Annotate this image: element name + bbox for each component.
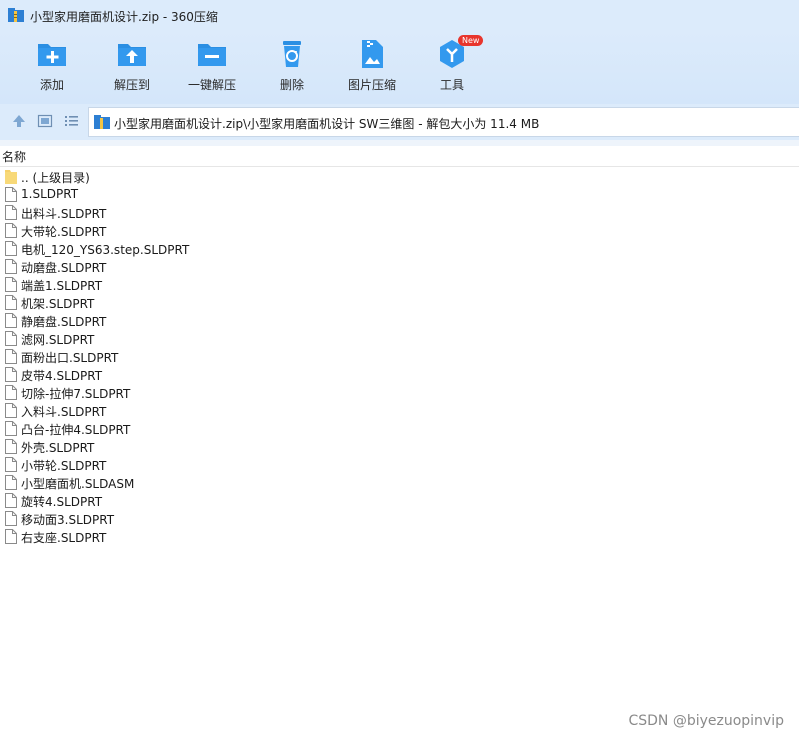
file-icon	[5, 259, 17, 274]
add-button[interactable]: 添加	[12, 38, 92, 98]
delete-icon	[283, 41, 301, 67]
file-list: .. (上级目录) 1.SLDPRT 出料斗.SLDPRT 大带轮.SLDPRT 电机…	[0, 168, 799, 546]
navigation-bar: 小型家用磨面机设计.zip\小型家用磨面机设计 SW三维图 - 解包大小为 11…	[0, 104, 799, 140]
file-icon	[5, 457, 17, 472]
file-name: 凸台-拉伸4.SLDPRT	[21, 423, 131, 437]
column-header-label: 名称	[2, 150, 27, 164]
file-name: 右支座.SLDPRT	[21, 531, 107, 545]
file-icon	[5, 277, 17, 292]
delete-button[interactable]: 删除	[252, 38, 332, 98]
tools-label: 工具	[439, 78, 464, 92]
toolbar: 添加 解压到 一键解压 删除 图片压缩 New 工具	[0, 30, 799, 104]
file-icon	[5, 493, 17, 508]
file-name: 小带轮.SLDPRT	[21, 459, 107, 473]
file-row[interactable]: 电机_120_YS63.step.SLDPRT	[0, 240, 799, 258]
file-name: 移动面3.SLDPRT	[21, 513, 115, 527]
file-icon	[5, 205, 17, 220]
file-row[interactable]: 右支座.SLDPRT	[0, 528, 799, 546]
file-row[interactable]: 面粉出口.SLDPRT	[0, 348, 799, 366]
file-name: 端盖1.SLDPRT	[21, 279, 103, 293]
watermark: CSDN @biyezuopinvip	[628, 713, 784, 729]
file-row[interactable]: 旋转4.SLDPRT	[0, 492, 799, 510]
file-row[interactable]: 小型磨面机.SLDASM	[0, 474, 799, 492]
file-name: 入料斗.SLDPRT	[21, 405, 107, 419]
file-row[interactable]: 1.SLDPRT	[0, 186, 799, 204]
one-click-extract-label: 一键解压	[187, 78, 236, 92]
tools-button[interactable]: New 工具	[412, 35, 492, 98]
file-icon	[5, 403, 17, 418]
parent-directory-label: .. (上级目录)	[21, 171, 90, 185]
file-row[interactable]: 凸台-拉伸4.SLDPRT	[0, 420, 799, 438]
file-icon	[5, 529, 17, 544]
file-name: 皮带4.SLDPRT	[21, 369, 103, 383]
extract-to-button[interactable]: 解压到	[92, 38, 172, 98]
up-arrow-icon[interactable]	[11, 113, 27, 129]
file-row[interactable]: 皮带4.SLDPRT	[0, 366, 799, 384]
file-row[interactable]: 滤网.SLDPRT	[0, 330, 799, 348]
file-icon	[5, 313, 17, 328]
extract-to-label: 解压到	[113, 78, 150, 92]
archive-app-icon	[8, 8, 24, 22]
file-row[interactable]: 机架.SLDPRT	[0, 294, 799, 312]
column-header-name[interactable]: 名称	[0, 146, 799, 167]
file-name: 电机_120_YS63.step.SLDPRT	[21, 243, 190, 257]
file-icon	[5, 421, 17, 436]
file-name: 外壳.SLDPRT	[21, 441, 95, 455]
file-icon	[5, 223, 17, 238]
file-icon	[5, 367, 17, 382]
extract-to-icon	[118, 44, 146, 66]
file-icon	[5, 475, 17, 490]
file-icon	[5, 385, 17, 400]
file-icon	[5, 511, 17, 526]
thumbnail-view-icon[interactable]	[37, 113, 53, 129]
title-bar: 小型家用磨面机设计.zip - 360压缩	[0, 0, 799, 30]
image-compress-label: 图片压缩	[347, 78, 396, 92]
image-compress-icon	[362, 40, 383, 68]
file-icon	[5, 439, 17, 454]
address-path: 小型家用磨面机设计.zip\小型家用磨面机设计 SW三维图 - 解包大小为 11…	[114, 117, 540, 131]
file-row[interactable]: 切除-拉伸7.SLDPRT	[0, 384, 799, 402]
file-row[interactable]: 移动面3.SLDPRT	[0, 510, 799, 528]
file-name: 出料斗.SLDPRT	[21, 207, 107, 221]
folder-icon	[5, 170, 17, 184]
file-icon	[5, 349, 17, 364]
file-icon	[5, 187, 17, 202]
add-label: 添加	[39, 78, 64, 92]
file-icon	[5, 241, 17, 256]
file-row[interactable]: 小带轮.SLDPRT	[0, 456, 799, 474]
one-click-extract-icon	[198, 44, 226, 66]
file-row[interactable]: 外壳.SLDPRT	[0, 438, 799, 456]
window-title: 小型家用磨面机设计.zip - 360压缩	[30, 10, 218, 24]
zip-archive-icon	[94, 115, 110, 129]
parent-directory-row[interactable]: .. (上级目录)	[0, 168, 799, 186]
file-name: 切除-拉伸7.SLDPRT	[21, 387, 131, 401]
address-bar[interactable]: 小型家用磨面机设计.zip\小型家用磨面机设计 SW三维图 - 解包大小为 11…	[88, 107, 799, 137]
file-row[interactable]: 静磨盘.SLDPRT	[0, 312, 799, 330]
file-name: 大带轮.SLDPRT	[21, 225, 107, 239]
file-row[interactable]: 出料斗.SLDPRT	[0, 204, 799, 222]
delete-label: 删除	[279, 78, 304, 92]
file-row[interactable]: 动磨盘.SLDPRT	[0, 258, 799, 276]
file-row[interactable]: 端盖1.SLDPRT	[0, 276, 799, 294]
file-name: 动磨盘.SLDPRT	[21, 261, 107, 275]
new-badge: New	[458, 35, 484, 46]
list-view-icon[interactable]	[63, 113, 79, 129]
file-icon	[5, 331, 17, 346]
file-row[interactable]: 入料斗.SLDPRT	[0, 402, 799, 420]
one-click-extract-button[interactable]: 一键解压	[172, 38, 252, 98]
add-icon	[38, 44, 66, 66]
file-name: 1.SLDPRT	[21, 187, 79, 201]
file-name: 旋转4.SLDPRT	[21, 495, 103, 509]
file-name: 面粉出口.SLDPRT	[21, 351, 119, 365]
file-name: 滤网.SLDPRT	[21, 333, 95, 347]
file-name: 小型磨面机.SLDASM	[21, 477, 135, 491]
file-name: 机架.SLDPRT	[21, 297, 95, 311]
file-name: 静磨盘.SLDPRT	[21, 315, 107, 329]
file-icon	[5, 295, 17, 310]
image-compress-button[interactable]: 图片压缩	[332, 38, 412, 98]
file-row[interactable]: 大带轮.SLDPRT	[0, 222, 799, 240]
